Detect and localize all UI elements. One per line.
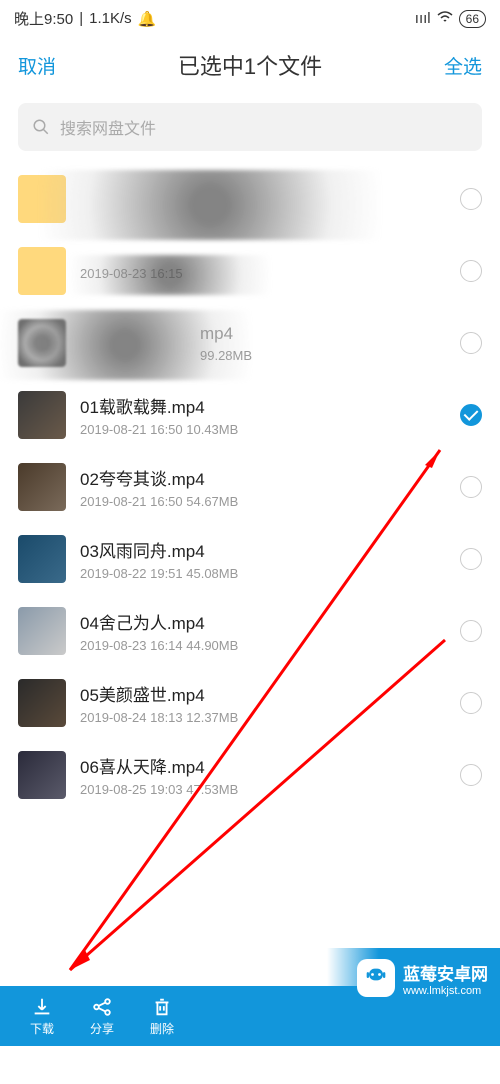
select-radio[interactable] [460,764,482,786]
file-item[interactable]: 03风雨同舟.mp4 2019-08-22 19:51 45.08MB [0,523,500,595]
video-thumbnail [18,463,66,511]
file-info: 02夸夸其谈.mp4 2019-08-21 16:50 54.67MB [80,465,446,509]
status-left: 晚上9:50 | 1.1K/s 🔔 [14,8,156,29]
wifi-icon [437,10,453,27]
selection-header: 取消 已选中1个文件 全选 [0,33,500,97]
file-meta: 2019-08-21 16:50 10.43MB [80,422,446,437]
file-meta: 2019-08-22 19:51 45.08MB [80,566,446,581]
share-button[interactable]: 分享 [72,996,132,1037]
file-info: 01载歌载舞.mp4 2019-08-21 16:50 10.43MB [80,393,446,437]
select-radio[interactable] [460,332,482,354]
file-name: 06喜从天降.mp4 [80,753,446,778]
status-speed: 1.1K/s [89,10,132,27]
cancel-button[interactable]: 取消 [18,52,56,79]
download-icon [31,996,53,1018]
watermark: 蓝莓安卓网 www.lmkjst.com [327,948,500,1008]
video-thumbnail [18,391,66,439]
file-item[interactable] [0,163,500,235]
watermark-title: 蓝莓安卓网 [403,960,488,985]
share-label: 分享 [90,1020,114,1037]
share-icon [91,996,113,1018]
select-radio[interactable] [460,260,482,282]
select-all-button[interactable]: 全选 [444,52,482,79]
file-name: 05美颜盛世.mp4 [80,681,446,706]
file-info: 03风雨同舟.mp4 2019-08-22 19:51 45.08MB [80,537,446,581]
video-thumbnail [18,607,66,655]
file-item[interactable]: 02夸夸其谈.mp4 2019-08-21 16:50 54.67MB [0,451,500,523]
video-thumbnail [18,679,66,727]
file-item[interactable]: 06喜从天降.mp4 2019-08-25 19:03 47.53MB [0,739,500,811]
delete-button[interactable]: 删除 [132,996,192,1037]
select-radio[interactable] [460,692,482,714]
select-radio[interactable] [460,476,482,498]
download-button[interactable]: 下载 [12,996,72,1037]
signal-icon: ıııl [415,10,431,27]
file-item[interactable]: 05美颜盛世.mp4 2019-08-24 18:13 12.37MB [0,667,500,739]
watermark-text: 蓝莓安卓网 www.lmkjst.com [403,960,488,997]
watermark-url: www.lmkjst.com [403,985,488,997]
select-radio[interactable] [460,548,482,570]
bottom-action-bar: 下载 分享 删除 蓝莓安卓网 www.lmkjst.com [0,986,500,1046]
file-info [80,197,446,201]
status-right: ıııl 66 [415,10,486,28]
file-name: 01载歌载舞.mp4 [80,393,446,418]
bell-icon: 🔔 [138,10,157,28]
file-meta: 2019-08-21 16:50 54.67MB [80,494,446,509]
file-info: mp4 99.28MB [80,324,446,363]
file-name: 02夸夸其谈.mp4 [80,465,446,490]
status-divider: | [79,10,83,27]
file-meta: 2019-08-24 18:13 12.37MB [80,710,446,725]
file-item[interactable]: 04舍己为人.mp4 2019-08-23 16:14 44.90MB [0,595,500,667]
file-info: 06喜从天降.mp4 2019-08-25 19:03 47.53MB [80,753,446,797]
file-item[interactable]: 01载歌载舞.mp4 2019-08-21 16:50 10.43MB [0,379,500,451]
video-thumbnail [18,535,66,583]
file-meta: 2019-08-23 16:15 [80,266,446,281]
folder-icon [18,247,66,295]
page-title: 已选中1个文件 [178,49,322,81]
file-info: 2019-08-23 16:15 [80,262,446,281]
file-item[interactable]: mp4 99.28MB [0,307,500,379]
file-item[interactable]: 2019-08-23 16:15 [0,235,500,307]
trash-icon [151,996,173,1018]
watermark-logo [357,959,395,997]
video-thumbnail [18,751,66,799]
file-info: 04舍己为人.mp4 2019-08-23 16:14 44.90MB [80,609,446,653]
file-info: 05美颜盛世.mp4 2019-08-24 18:13 12.37MB [80,681,446,725]
file-name: 03风雨同舟.mp4 [80,537,446,562]
file-meta: 99.28MB [80,348,446,363]
select-radio[interactable] [460,620,482,642]
video-thumbnail [18,319,66,367]
folder-icon [18,175,66,223]
select-radio[interactable] [460,404,482,426]
file-meta: 2019-08-25 19:03 47.53MB [80,782,446,797]
select-radio[interactable] [460,188,482,210]
battery-icon: 66 [459,10,486,28]
delete-label: 删除 [150,1020,174,1037]
file-meta: 2019-08-23 16:14 44.90MB [80,638,446,653]
file-name: 04舍己为人.mp4 [80,609,446,634]
file-name: mp4 [80,324,446,344]
search-input[interactable]: 搜索网盘文件 [18,103,482,151]
status-bar: 晚上9:50 | 1.1K/s 🔔 ıııl 66 [0,0,500,33]
search-placeholder: 搜索网盘文件 [60,115,156,139]
status-time: 晚上9:50 [14,8,73,29]
search-icon [32,118,50,136]
file-list: 2019-08-23 16:15 mp4 99.28MB 01载歌载舞.mp4 … [0,163,500,811]
download-label: 下载 [30,1020,54,1037]
